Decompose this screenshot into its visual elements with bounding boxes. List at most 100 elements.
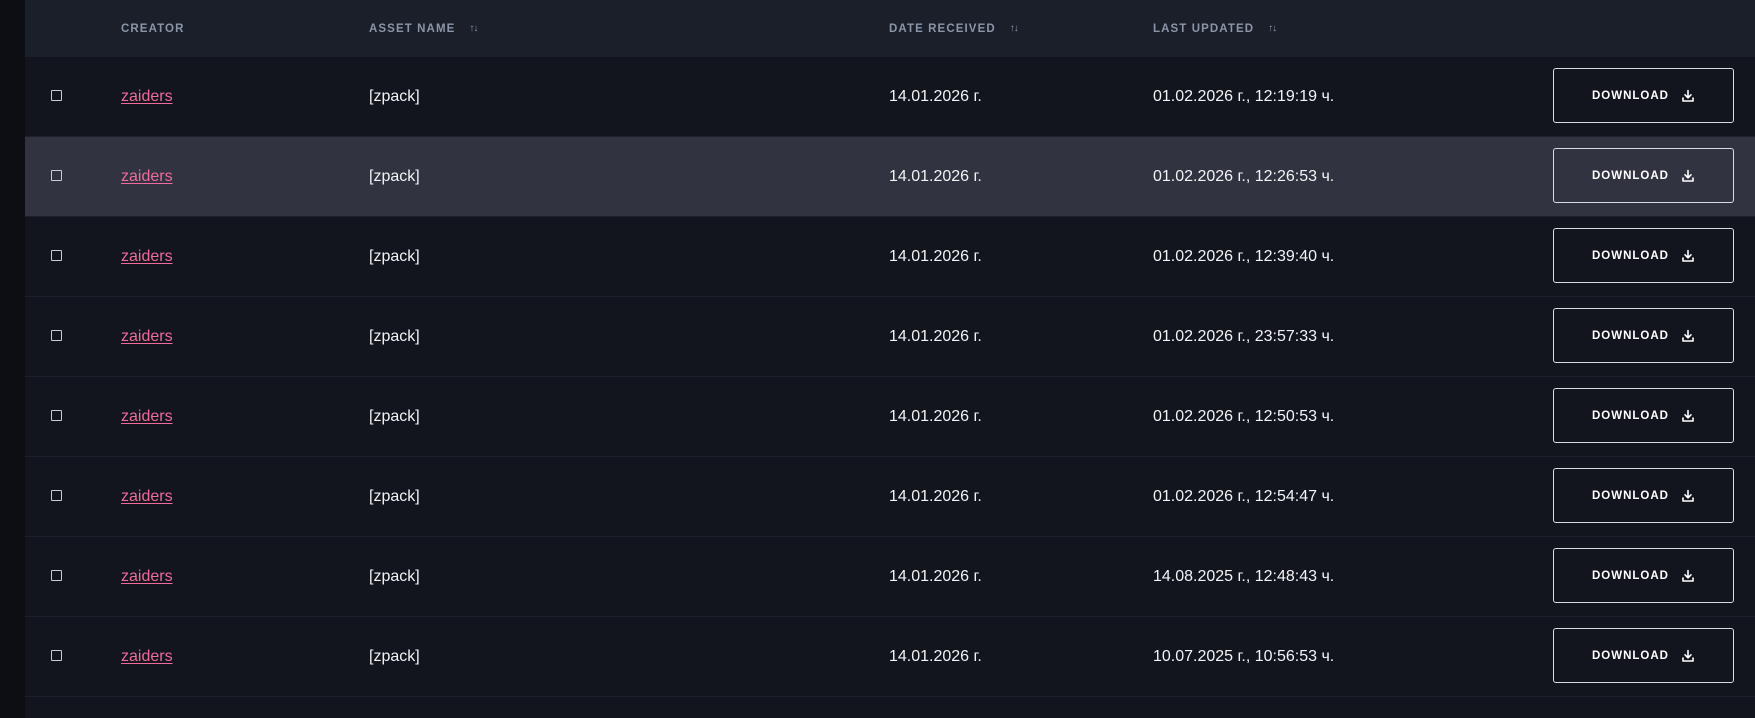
row-checkbox[interactable] (51, 250, 62, 261)
row-checkbox[interactable] (51, 170, 62, 181)
asset-name: [zpack] (369, 167, 420, 185)
last-updated-cell: 01.02.2026 г., 12:26:53 ч. (1153, 137, 1334, 216)
column-header-date-received-label: DATE RECEIVED (889, 22, 996, 35)
asset-name: [zpack] (369, 87, 420, 105)
download-button-label: DOWNLOAD (1592, 489, 1669, 502)
download-button[interactable]: DOWNLOAD (1553, 548, 1734, 603)
column-header-asset-name[interactable]: ASSET NAME ↑↓ (369, 0, 478, 57)
creator-link[interactable]: zaiders (121, 488, 173, 506)
download-icon (1682, 409, 1694, 422)
download-icon (1682, 649, 1694, 662)
column-header-last-updated[interactable]: LAST UPDATED ↑↓ (1153, 0, 1277, 57)
download-button-label: DOWNLOAD (1592, 169, 1669, 182)
assets-page: CREATOR ASSET NAME ↑↓ DATE RECEIVED ↑↓ L… (0, 0, 1755, 718)
download-button[interactable]: DOWNLOAD (1553, 628, 1734, 683)
column-header-creator: CREATOR (121, 0, 185, 57)
asset-name-cell: [zpack] (369, 537, 420, 616)
table-row: zaiders [zpack] 14.01.2026 г. 01.02.2026… (25, 457, 1755, 537)
asset-name-cell: [zpack] (369, 377, 420, 456)
date-received-cell: 14.01.2026 г. (889, 537, 982, 616)
download-button-label: DOWNLOAD (1592, 649, 1669, 662)
last-updated: 10.07.2025 г., 10:56:53 ч. (1153, 647, 1335, 665)
last-updated-cell: 01.02.2026 г., 12:54:47 ч. (1153, 457, 1334, 536)
creator-link[interactable]: zaiders (121, 408, 173, 426)
last-updated: 01.02.2026 г., 23:57:33 ч. (1153, 327, 1335, 345)
row-checkbox[interactable] (51, 330, 62, 341)
download-button-label: DOWNLOAD (1592, 89, 1669, 102)
column-header-asset-name-label: ASSET NAME (369, 22, 456, 35)
creator-link[interactable]: zaiders (121, 648, 173, 666)
download-button-label: DOWNLOAD (1592, 569, 1669, 582)
creator-cell: zaiders (121, 297, 173, 376)
creator-cell: zaiders (121, 137, 173, 216)
last-updated: 01.02.2026 г., 12:54:47 ч. (1153, 487, 1335, 505)
asset-name-cell: [zpack] (369, 457, 420, 536)
date-received: 14.01.2026 г. (889, 487, 982, 505)
last-updated-cell: 10.07.2025 г., 10:56:53 ч. (1153, 617, 1334, 696)
download-button[interactable]: DOWNLOAD (1553, 308, 1734, 363)
left-gutter (0, 0, 25, 718)
row-checkbox[interactable] (51, 90, 62, 101)
creator-link[interactable]: zaiders (121, 88, 173, 106)
creator-link[interactable]: zaiders (121, 168, 173, 186)
table-row: zaiders [zpack] 14.01.2026 г. 01.02.2026… (25, 297, 1755, 377)
last-updated-cell: 14.08.2025 г., 12:48:43 ч. (1153, 537, 1334, 616)
download-button-label: DOWNLOAD (1592, 249, 1669, 262)
download-button[interactable]: DOWNLOAD (1553, 68, 1734, 123)
last-updated: 01.02.2026 г., 12:39:40 ч. (1153, 247, 1335, 265)
row-checkbox[interactable] (51, 490, 62, 501)
last-updated-cell: 01.02.2026 г., 12:39:40 ч. (1153, 217, 1334, 296)
download-icon (1682, 89, 1694, 102)
download-button[interactable]: DOWNLOAD (1553, 388, 1734, 443)
date-received: 14.01.2026 г. (889, 407, 982, 425)
sort-arrows-icon[interactable]: ↑↓ (469, 23, 478, 34)
download-icon (1682, 489, 1694, 502)
asset-name: [zpack] (369, 647, 420, 665)
date-received-cell: 14.01.2026 г. (889, 57, 982, 136)
creator-cell: zaiders (121, 217, 173, 296)
date-received-cell: 14.01.2026 г. (889, 617, 982, 696)
date-received: 14.01.2026 г. (889, 327, 982, 345)
download-button[interactable]: DOWNLOAD (1553, 228, 1734, 283)
date-received: 14.01.2026 г. (889, 247, 982, 265)
row-checkbox[interactable] (51, 650, 62, 661)
download-icon (1682, 249, 1694, 262)
creator-cell: zaiders (121, 377, 173, 456)
assets-table: CREATOR ASSET NAME ↑↓ DATE RECEIVED ↑↓ L… (25, 0, 1755, 697)
column-header-last-updated-label: LAST UPDATED (1153, 22, 1255, 35)
last-updated-cell: 01.02.2026 г., 12:50:53 ч. (1153, 377, 1334, 456)
row-checkbox[interactable] (51, 570, 62, 581)
row-checkbox[interactable] (51, 410, 62, 421)
download-icon (1682, 569, 1694, 582)
sort-arrows-icon[interactable]: ↑↓ (1268, 23, 1277, 34)
creator-link[interactable]: zaiders (121, 248, 173, 266)
table-row: zaiders [zpack] 14.01.2026 г. 01.02.2026… (25, 137, 1755, 217)
table-row: zaiders [zpack] 14.01.2026 г. 01.02.2026… (25, 57, 1755, 137)
creator-cell: zaiders (121, 457, 173, 536)
download-button[interactable]: DOWNLOAD (1553, 148, 1734, 203)
asset-name: [zpack] (369, 247, 420, 265)
column-header-creator-label: CREATOR (121, 22, 185, 35)
asset-name-cell: [zpack] (369, 617, 420, 696)
last-updated: 01.02.2026 г., 12:26:53 ч. (1153, 167, 1335, 185)
asset-name-cell: [zpack] (369, 297, 420, 376)
asset-name: [zpack] (369, 487, 420, 505)
download-button-label: DOWNLOAD (1592, 329, 1669, 342)
sort-arrows-icon[interactable]: ↑↓ (1010, 23, 1019, 34)
download-icon (1682, 329, 1694, 342)
date-received-cell: 14.01.2026 г. (889, 217, 982, 296)
table-body: zaiders [zpack] 14.01.2026 г. 01.02.2026… (25, 57, 1755, 697)
download-icon (1682, 169, 1694, 182)
last-updated: 01.02.2026 г., 12:50:53 ч. (1153, 407, 1335, 425)
date-received-cell: 14.01.2026 г. (889, 377, 982, 456)
column-header-date-received[interactable]: DATE RECEIVED ↑↓ (889, 0, 1019, 57)
table-row: zaiders [zpack] 14.01.2026 г. 01.02.2026… (25, 377, 1755, 457)
date-received-cell: 14.01.2026 г. (889, 137, 982, 216)
creator-link[interactable]: zaiders (121, 568, 173, 586)
creator-link[interactable]: zaiders (121, 328, 173, 346)
download-button[interactable]: DOWNLOAD (1553, 468, 1734, 523)
date-received: 14.01.2026 г. (889, 567, 982, 585)
date-received: 14.01.2026 г. (889, 167, 982, 185)
table-header: CREATOR ASSET NAME ↑↓ DATE RECEIVED ↑↓ L… (25, 0, 1755, 57)
last-updated: 01.02.2026 г., 12:19:19 ч. (1153, 87, 1335, 105)
